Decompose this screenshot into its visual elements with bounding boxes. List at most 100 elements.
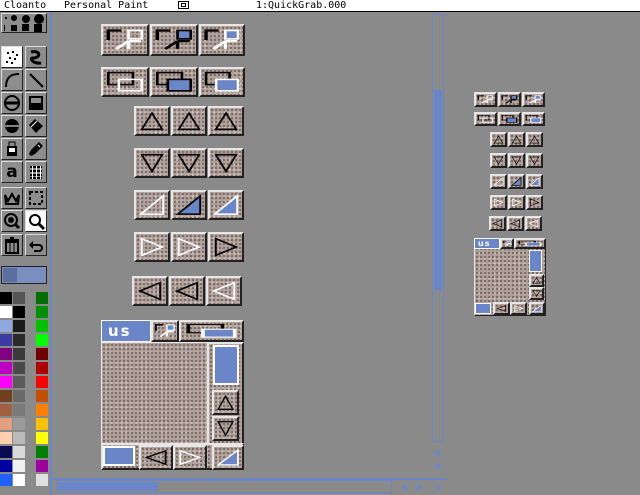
palette-swatch[interactable] (36, 418, 48, 430)
undo-tool[interactable] (25, 234, 47, 256)
depth-gadget-sample (101, 67, 149, 97)
palette-swatch[interactable] (13, 292, 25, 304)
vertical-scroll-thumb[interactable] (434, 90, 442, 290)
tri-left-icon (144, 449, 167, 466)
polygon-tool[interactable] (25, 115, 47, 137)
palette-swatch[interactable] (36, 474, 48, 486)
thumb-arrow-gadget (508, 132, 525, 147)
sample-depth-gadget (179, 320, 244, 342)
palette-swatch[interactable] (0, 362, 12, 374)
palette-swatch[interactable] (36, 320, 48, 332)
thumb-arrow-gadget (525, 216, 542, 231)
palette-swatch[interactable] (0, 348, 12, 360)
thumb-left-arrow (493, 302, 510, 315)
curve-tool[interactable] (1, 69, 23, 91)
tri-right-icon (529, 198, 540, 207)
thumb-arrow-gadget (490, 195, 507, 210)
zoom-icon (154, 324, 175, 338)
palette-swatch[interactable] (0, 334, 12, 346)
zoom-gadget-sample (150, 24, 198, 56)
sample-vscroll-thumb (213, 345, 239, 385)
thumb-zoom-gadget (498, 92, 521, 107)
circle-tool[interactable] (1, 92, 23, 114)
palette-swatch[interactable] (0, 292, 12, 304)
palette-swatch[interactable] (13, 404, 25, 416)
palette-swatch[interactable] (0, 376, 12, 388)
size-gadget-sample (208, 190, 244, 220)
fill-tool[interactable] (1, 138, 23, 160)
zoom-icon (525, 95, 542, 104)
sample-right-arrow (173, 445, 207, 470)
line-tool[interactable] (25, 69, 47, 91)
rectangle-tool[interactable] (25, 92, 47, 114)
text-tool[interactable]: a (1, 161, 23, 183)
palette-swatch[interactable] (36, 348, 48, 360)
text-icon: a (6, 162, 18, 182)
palette-swatch[interactable] (13, 460, 25, 472)
palette-swatch[interactable] (36, 334, 48, 346)
thumbnail-preview: us (474, 90, 546, 316)
right-arrow-gadget-sample (134, 232, 170, 262)
airbrush-tool[interactable] (1, 46, 23, 68)
palette-swatch[interactable] (0, 418, 12, 430)
palette-swatch[interactable] (13, 390, 25, 402)
scroll-left-icon[interactable]: ◀ (398, 481, 410, 493)
palette-swatch[interactable] (36, 306, 48, 318)
palette-swatch[interactable] (13, 418, 25, 430)
scroll-right-icon[interactable]: ▶ (414, 481, 426, 493)
palette-swatch[interactable] (0, 320, 12, 332)
grid-tool[interactable] (25, 161, 47, 183)
tri-down-icon (493, 156, 504, 165)
palette-swatch[interactable] (13, 446, 25, 458)
zoom-gadget-sample (101, 24, 149, 56)
palette-swatch[interactable] (13, 362, 25, 374)
palette-swatch[interactable] (0, 460, 12, 472)
palette-swatch[interactable] (0, 390, 12, 402)
palette-swatch[interactable] (13, 376, 25, 388)
clear-tool[interactable] (1, 234, 23, 256)
palette-swatch[interactable] (13, 348, 25, 360)
palette-swatch[interactable] (36, 390, 48, 402)
scroll-up-icon[interactable]: ▲ (432, 446, 444, 458)
palette-swatch[interactable] (13, 474, 25, 486)
tri-down-icon (177, 153, 201, 174)
eyedropper-tool[interactable] (25, 138, 47, 160)
horizontal-scroll-thumb[interactable] (58, 482, 158, 491)
palette-swatch[interactable] (36, 446, 48, 458)
brush-size-selector[interactable] (1, 13, 47, 33)
zoom-icon (155, 29, 193, 50)
thumb-arrow-gadget (526, 195, 543, 210)
ellipse-tool[interactable] (1, 115, 23, 137)
palette-swatch[interactable] (13, 432, 25, 444)
depth-icon (204, 71, 240, 92)
magnify-tool[interactable] (25, 210, 47, 232)
zoom-tool[interactable] (1, 210, 23, 232)
palette-swatch[interactable] (36, 376, 48, 388)
palette-swatch[interactable] (13, 320, 25, 332)
left-arrow-gadget-sample (206, 276, 242, 306)
palette-swatch[interactable] (0, 306, 12, 318)
palette-swatch[interactable] (0, 446, 12, 458)
palette-swatch[interactable] (36, 292, 48, 304)
freehand-tool[interactable] (25, 46, 47, 68)
palette-swatch[interactable] (36, 404, 48, 416)
palette-swatch[interactable] (36, 460, 48, 472)
brush-preview[interactable] (1, 266, 47, 284)
resize-icon (531, 304, 542, 312)
palette-swatch[interactable] (0, 432, 12, 444)
brush-select-tool[interactable] (25, 187, 47, 209)
palette-swatch[interactable] (0, 404, 12, 416)
thumb-arrow-gadget (526, 153, 543, 168)
resize-gadget-icon[interactable]: ❖ (432, 481, 444, 493)
depth-gadget-sample (199, 67, 245, 97)
sample-left-arrow (139, 445, 173, 470)
palette-swatch[interactable] (13, 306, 25, 318)
scroll-down-icon[interactable]: ▼ (432, 461, 444, 473)
palette-swatch[interactable] (0, 474, 12, 486)
thumb-arrow-gadget (489, 216, 506, 231)
palette-swatch[interactable] (36, 432, 48, 444)
symmetry-tool[interactable] (1, 187, 23, 209)
palette-swatch[interactable] (13, 334, 25, 346)
palette-swatch[interactable] (36, 362, 48, 374)
depth-gadget-icon[interactable] (178, 1, 189, 9)
